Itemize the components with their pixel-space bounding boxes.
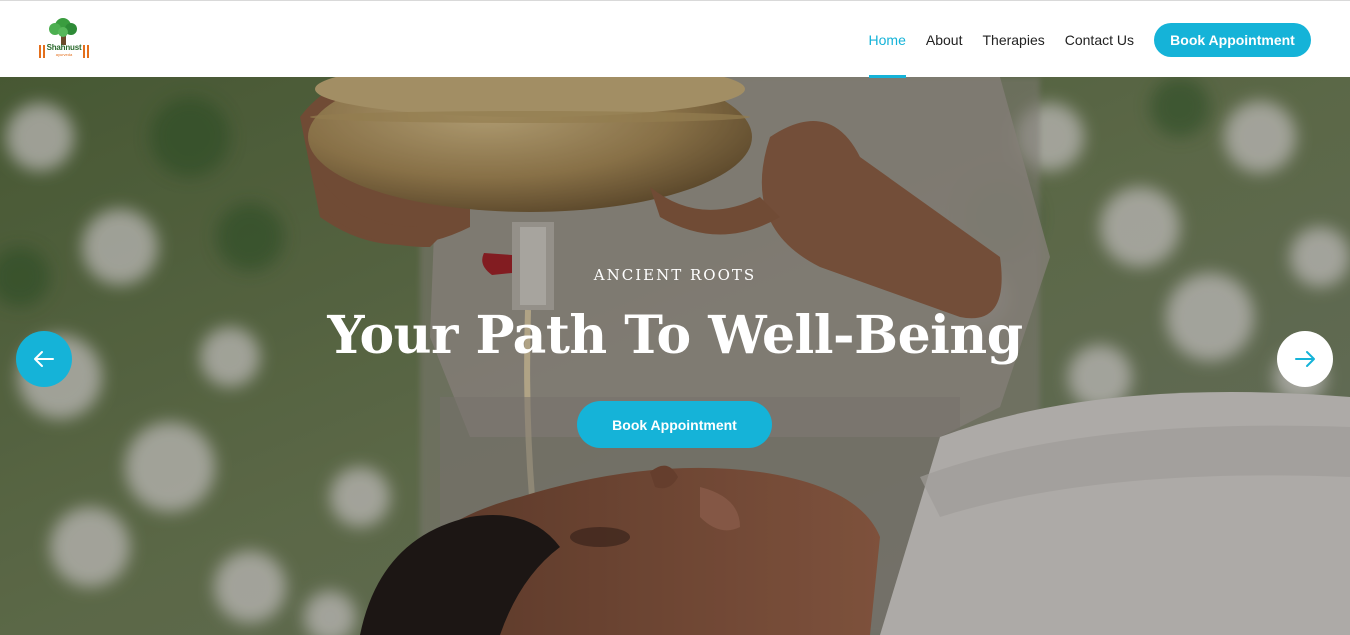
header-book-appointment-button[interactable]: Book Appointment bbox=[1154, 23, 1311, 57]
site-header: Shahnust ayurveda Home About Therapies C… bbox=[0, 0, 1350, 78]
brand-name: Shahnust bbox=[46, 43, 82, 52]
nav-item-contact-us[interactable]: Contact Us bbox=[1065, 1, 1134, 78]
hero-slider: ANCIENT ROOTS Your Path To Well-Being Bo… bbox=[0, 77, 1350, 635]
hero-eyebrow: ANCIENT ROOTS bbox=[593, 266, 757, 284]
arrow-left-icon bbox=[34, 351, 54, 367]
slider-prev-button[interactable] bbox=[16, 331, 72, 387]
hero-headline: Your Path To Well-Being bbox=[327, 305, 1023, 366]
nav-item-therapies[interactable]: Therapies bbox=[982, 1, 1044, 78]
arrow-right-icon bbox=[1295, 351, 1315, 367]
brand-tagline: ayurveda bbox=[55, 52, 73, 57]
slider-next-button[interactable] bbox=[1277, 331, 1333, 387]
hero-book-appointment-button[interactable]: Book Appointment bbox=[577, 401, 772, 448]
main-nav: Home About Therapies Contact Us bbox=[849, 1, 1134, 78]
nav-item-home[interactable]: Home bbox=[868, 1, 907, 78]
nav-item-about[interactable]: About bbox=[926, 1, 963, 78]
brand-logo[interactable]: Shahnust ayurveda bbox=[36, 17, 92, 63]
